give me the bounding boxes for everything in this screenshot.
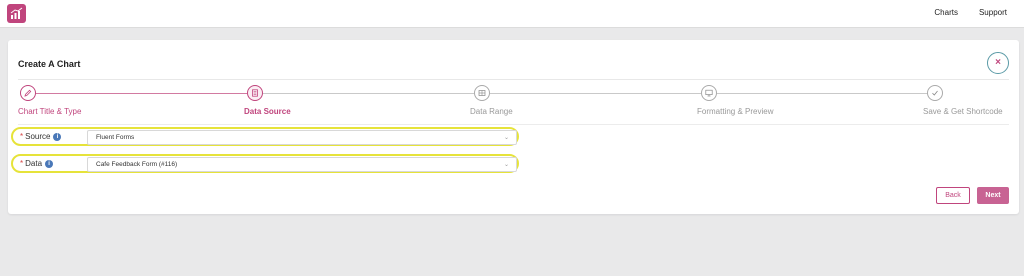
data-select[interactable]: Cafe Feedback Form (#116) ⌄ — [87, 157, 517, 172]
top-bar: Charts Support — [0, 0, 1024, 28]
checkmark-icon — [932, 90, 938, 96]
required-mark: * — [20, 132, 24, 141]
step-connector — [36, 93, 247, 94]
grid-icon — [478, 90, 486, 96]
step-2-data-source[interactable] — [247, 85, 263, 101]
step-label-data-range: Data Range — [470, 107, 513, 116]
chevron-down-icon: ⌄ — [503, 135, 509, 141]
pencil-icon — [24, 89, 32, 97]
back-button[interactable]: Back — [936, 187, 970, 204]
step-3-data-range[interactable] — [474, 85, 490, 101]
next-button[interactable]: Next — [977, 187, 1009, 204]
step-5-save-shortcode[interactable] — [927, 85, 943, 101]
source-label-text: Source — [25, 132, 51, 141]
monitor-icon — [705, 89, 713, 97]
source-select-value: Fluent Forms — [96, 134, 135, 141]
data-field-row: * Data i Cafe Feedback Form (#116) ⌄ — [11, 154, 519, 173]
document-icon — [252, 89, 258, 97]
nav-charts[interactable]: Charts — [934, 8, 958, 17]
data-label-text: Data — [25, 159, 43, 168]
close-icon: × — [995, 57, 1001, 68]
close-button[interactable]: × — [987, 52, 1009, 74]
step-connector — [263, 93, 474, 94]
source-label: * Source i — [20, 132, 62, 141]
page-title: Create A Chart — [18, 59, 81, 69]
step-label-formatting-preview: Formatting & Preview — [697, 107, 774, 116]
app-logo[interactable] — [7, 4, 26, 23]
source-field-row: * Source i Fluent Forms ⌄ — [11, 127, 519, 146]
step-connector — [490, 93, 701, 94]
step-4-formatting-preview[interactable] — [701, 85, 717, 101]
data-select-value: Cafe Feedback Form (#116) — [96, 161, 178, 168]
data-label: * Data i — [20, 159, 54, 168]
nav-support[interactable]: Support — [979, 8, 1007, 17]
info-icon[interactable]: i — [45, 159, 54, 168]
chevron-down-icon: ⌄ — [503, 162, 509, 168]
divider — [18, 124, 1009, 125]
create-chart-card: Create A Chart × Chart Title & Type Data… — [8, 40, 1019, 214]
required-mark: * — [20, 159, 24, 168]
divider — [18, 79, 1009, 80]
info-icon[interactable]: i — [53, 132, 62, 141]
bar-chart-icon — [10, 7, 23, 19]
step-1-chart-title-type[interactable] — [20, 85, 36, 101]
step-label-data-source: Data Source — [244, 107, 291, 116]
step-connector — [717, 93, 928, 94]
step-label-chart-title-type: Chart Title & Type — [18, 107, 82, 116]
top-nav: Charts Support — [934, 8, 1007, 17]
source-select[interactable]: Fluent Forms ⌄ — [87, 130, 517, 145]
step-label-save-shortcode: Save & Get Shortcode — [923, 107, 1003, 116]
stepper: Chart Title & Type Data Source Data Rang… — [8, 84, 1019, 120]
